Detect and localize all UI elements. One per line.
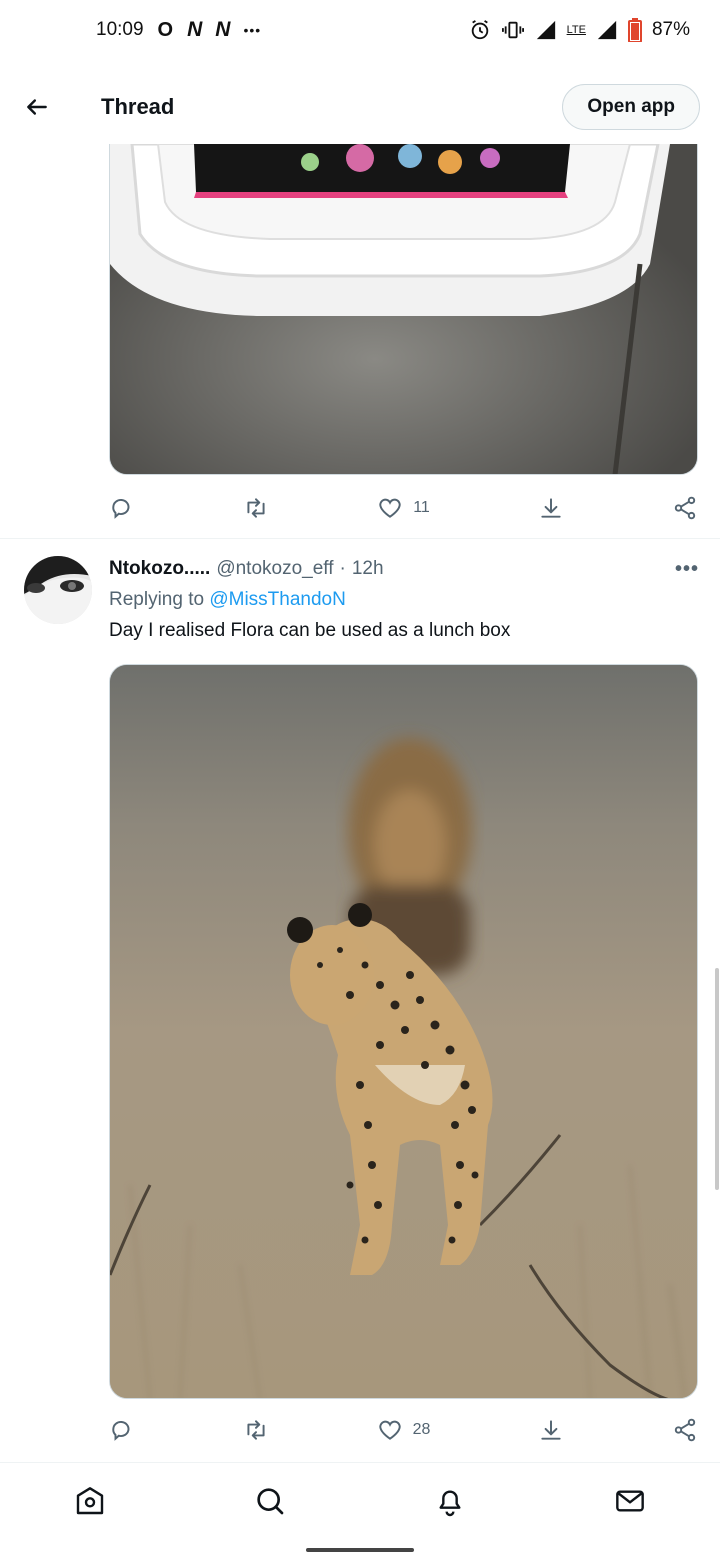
retweet-button[interactable] (243, 495, 269, 521)
separator-dot: · (339, 558, 346, 579)
like-count: 28 (412, 1421, 431, 1438)
like-button[interactable]: 28 (377, 1417, 431, 1443)
status-left: 10:09 O N N ••• (96, 18, 261, 42)
lunch-box-photo (110, 144, 697, 474)
nav-search[interactable] (240, 1471, 300, 1531)
nav-notifications[interactable] (420, 1471, 480, 1531)
n-icon: N (187, 18, 202, 41)
save-button[interactable] (538, 1417, 564, 1443)
vibrate-icon (501, 21, 524, 39)
home-indicator[interactable] (306, 1548, 414, 1552)
download-icon (541, 498, 561, 518)
more-dots-icon: ••• (243, 22, 262, 38)
reply-icon (112, 499, 130, 519)
status-right: LTE 87% (469, 18, 690, 42)
status-bar: 10:09 O N N ••• LTE 87% (0, 0, 720, 60)
share-button[interactable] (672, 1417, 698, 1443)
search-icon (257, 1487, 284, 1514)
share-icon (674, 496, 696, 520)
nav-messages[interactable] (600, 1471, 660, 1531)
cheetah-lion-photo (110, 665, 697, 1398)
avatar-image (24, 556, 92, 624)
display-name[interactable]: Ntokozo..... (109, 558, 210, 580)
status-time: 10:09 (96, 19, 144, 40)
retweet-icon (247, 1420, 265, 1440)
replying-to-prefix: Replying to (109, 589, 205, 610)
back-button[interactable] (0, 70, 74, 144)
bottom-nav (0, 1462, 720, 1538)
lte-icon: LTE (566, 23, 586, 36)
thread-header: Thread Open app (0, 70, 720, 144)
heart-icon (379, 498, 401, 518)
reply-button[interactable] (109, 495, 135, 521)
scrollbar[interactable] (715, 968, 719, 1190)
download-icon (541, 1420, 561, 1440)
more-options-button[interactable]: ••• (675, 558, 699, 581)
retweet-button[interactable] (243, 1417, 269, 1443)
circle-o-icon: O (157, 18, 174, 41)
home-icon (76, 1486, 104, 1514)
reply-button[interactable] (109, 1417, 135, 1443)
signal-icon (597, 20, 617, 40)
replying-to: Replying to @MissThandoN (109, 589, 346, 611)
retweet-icon (247, 498, 265, 518)
tweet-divider (0, 538, 720, 539)
tweet-media-image[interactable] (109, 144, 698, 475)
share-icon (674, 1418, 696, 1442)
battery-percent: 87% (651, 19, 690, 40)
signal-icon (536, 20, 555, 40)
tweet-actions: 11 (109, 488, 698, 528)
reply-icon (112, 1421, 130, 1441)
alarm-icon (471, 20, 488, 40)
tweet-header: Ntokozo..... @ntokozo_eff · 12h ••• (109, 556, 699, 582)
tweet-media-image[interactable] (109, 664, 698, 1399)
open-app-button[interactable]: Open app (562, 84, 700, 130)
tweet-time[interactable]: 12h (352, 558, 384, 580)
like-button[interactable]: 11 (377, 495, 430, 521)
nav-home[interactable] (60, 1471, 120, 1531)
battery-icon (627, 18, 642, 42)
save-button[interactable] (538, 495, 564, 521)
replying-to-link[interactable]: @MissThandoN (209, 589, 346, 610)
back-arrow-icon (27, 99, 47, 115)
bell-icon (439, 1489, 461, 1516)
mail-icon (616, 1489, 644, 1512)
share-button[interactable] (672, 495, 698, 521)
page-title: Thread (101, 94, 175, 119)
n-icon: N (215, 18, 230, 41)
tweet-text: Day I realised Flora can be used as a lu… (109, 620, 511, 641)
like-count: 11 (413, 499, 430, 516)
tweet-actions: 28 (109, 1410, 698, 1450)
heart-icon (378, 1420, 401, 1440)
avatar[interactable] (24, 556, 92, 624)
user-handle[interactable]: @ntokozo_eff (216, 558, 333, 580)
